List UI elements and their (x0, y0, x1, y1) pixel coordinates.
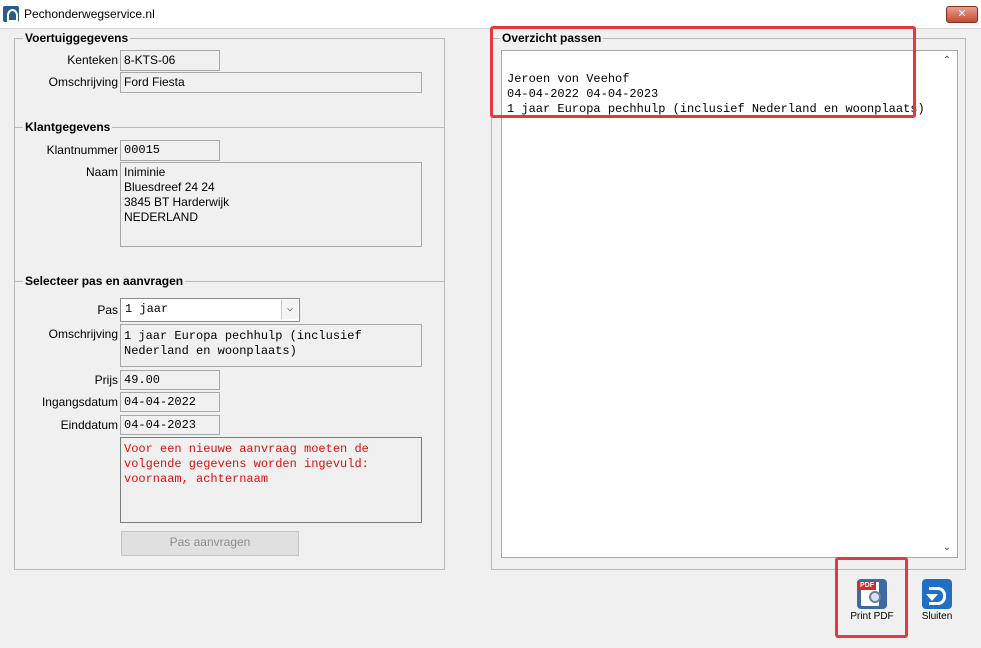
pass-omschrijving-field[interactable]: 1 jaar Europa pechhulp (inclusief Nederl… (120, 324, 422, 367)
naam-field[interactable]: Iniminie Bluesdreef 24 24 3845 BT Harder… (120, 162, 422, 247)
client-group: Klantgegevens Klantnummer 00015 Naam Ini… (14, 120, 445, 282)
scroll-down-icon[interactable]: ⌄ (940, 541, 954, 555)
print-pdf-label: Print PDF (850, 611, 894, 622)
pdf-tag: PDF (858, 581, 876, 590)
magnifier-icon (869, 591, 881, 603)
klantnummer-field[interactable]: 00015 (120, 140, 220, 161)
prijs-field[interactable]: 49.00 (120, 370, 220, 390)
print-pdf-button[interactable]: PDF Print PDF (843, 579, 901, 622)
app-icon (3, 6, 19, 22)
window-title: Pechonderwegservice.nl (24, 7, 155, 21)
vehicle-group-title: Voertuiggegevens (23, 31, 131, 45)
pass-request-group: Selecteer pas en aanvragen Pas 1 jaar ⌵ … (14, 274, 445, 570)
pas-aanvragen-button[interactable]: Pas aanvragen (121, 531, 299, 556)
scroll-up-icon[interactable]: ⌃ (940, 54, 954, 68)
vehicle-omschrijving-field[interactable]: Ford Fiesta (120, 72, 422, 93)
naam-label: Naam (85, 165, 118, 179)
pdf-icon: PDF (857, 579, 887, 609)
title-bar: Pechonderwegservice.nl ✕ (0, 0, 981, 29)
undo-arrow-icon (922, 579, 952, 609)
vehicle-group: Voertuiggegevens Kenteken 8-KTS-06 Omsch… (14, 31, 445, 128)
pas-selected-value: 1 jaar (125, 302, 169, 316)
sluiten-label: Sluiten (921, 611, 953, 622)
vehicle-omschrijving-label: Omschrijving (48, 75, 118, 89)
validation-message: Voor een nieuwe aanvraag moeten de volge… (120, 437, 422, 523)
pas-label: Pas (97, 303, 118, 317)
prijs-label: Prijs (94, 373, 118, 387)
pas-select[interactable]: 1 jaar ⌵ (120, 298, 300, 322)
sluiten-button[interactable]: Sluiten (909, 579, 965, 622)
klantnummer-label: Klantnummer (46, 143, 118, 157)
pass-request-group-title: Selecteer pas en aanvragen (23, 274, 186, 288)
kenteken-label: Kenteken (67, 53, 118, 67)
einddatum-field[interactable]: 04-04-2023 (120, 415, 220, 435)
chevron-down-icon[interactable]: ⌵ (281, 300, 298, 319)
ingangsdatum-field[interactable]: 04-04-2022 (120, 392, 220, 412)
overview-highlight (490, 26, 916, 118)
pass-omschrijving-label: Omschrijving (48, 327, 118, 341)
overview-text-area[interactable]: Jeroen von Veehof 04-04-2022 04-04-2023 … (501, 50, 958, 558)
ingangsdatum-label: Ingangsdatum (41, 395, 118, 409)
kenteken-field[interactable]: 8-KTS-06 (120, 50, 220, 71)
client-group-title: Klantgegevens (23, 120, 113, 134)
einddatum-label: Einddatum (60, 418, 118, 432)
window-close-button[interactable]: ✕ (946, 6, 978, 23)
